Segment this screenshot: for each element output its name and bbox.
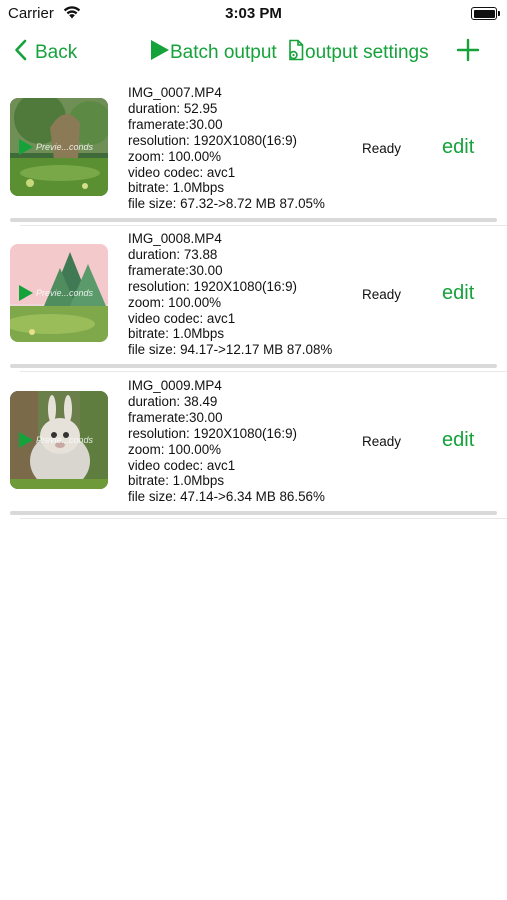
edit-button[interactable]: edit (442, 282, 474, 305)
bitrate: bitrate: 1.0Mbps (128, 326, 225, 342)
play-icon (18, 431, 34, 449)
edit-button[interactable]: edit (442, 136, 474, 159)
duration: duration: 52.95 (128, 100, 218, 116)
video-row[interactable]: Previe...conds IMG_0009.MP4 duration: 38… (0, 373, 507, 519)
filename: IMG_0009.MP4 (128, 378, 222, 393)
video-codec: video codec: avc1 (128, 457, 236, 473)
plus-icon (456, 38, 480, 68)
status-label: Ready (362, 434, 402, 449)
video-codec: video codec: avc1 (128, 164, 236, 180)
framerate: framerate:30.00 (128, 262, 223, 278)
play-icon (18, 284, 34, 302)
zoom: zoom: 100.00% (128, 294, 222, 310)
video-info: IMG_0008.MP4 duration: 73.88 framerate:3… (128, 231, 332, 358)
clock: 3:03 PM (225, 5, 282, 22)
framerate: framerate:30.00 (128, 409, 223, 425)
duration: duration: 38.49 (128, 393, 218, 409)
file-size: file size: 47.14->6.34 MB 86.56% (128, 489, 325, 505)
play-icon (18, 138, 34, 156)
preview-label: Previe...conds (36, 142, 94, 152)
zoom: zoom: 100.00% (128, 148, 222, 164)
video-thumbnail[interactable]: Previe...conds (10, 244, 108, 342)
video-thumbnail[interactable]: Previe...conds (10, 98, 108, 196)
batch-output-button[interactable]: Batch output (150, 34, 277, 72)
bitrate: bitrate: 1.0Mbps (128, 473, 225, 489)
nav-bar: Back Batch output output settings (0, 34, 507, 72)
batch-output-label: Batch output (170, 42, 277, 63)
row-divider (20, 371, 507, 372)
output-settings-label: output settings (305, 42, 429, 63)
resolution: resolution: 1920X1080(16:9) (128, 132, 297, 148)
bitrate: bitrate: 1.0Mbps (128, 180, 225, 196)
video-row[interactable]: Previe...conds IMG_0008.MP4 duration: 73… (0, 226, 507, 372)
preview-label: Previe...conds (36, 435, 94, 445)
progress-bar (10, 218, 497, 222)
file-size: file size: 67.32->8.72 MB 87.05% (128, 196, 325, 212)
video-info: IMG_0009.MP4 duration: 38.49 framerate:3… (128, 378, 325, 505)
resolution: resolution: 1920X1080(16:9) (128, 425, 297, 441)
progress-bar (10, 364, 497, 368)
video-thumbnail[interactable]: Previe...conds (10, 391, 108, 489)
status-label: Ready (362, 287, 402, 302)
chevron-left-icon (14, 39, 27, 67)
filename: IMG_0008.MP4 (128, 231, 222, 246)
play-icon (150, 39, 170, 67)
battery-icon (471, 7, 500, 20)
status-label: Ready (362, 141, 402, 156)
preview-label: Previe...conds (36, 288, 94, 298)
framerate: framerate:30.00 (128, 116, 223, 132)
document-gear-icon (287, 39, 305, 67)
resolution: resolution: 1920X1080(16:9) (128, 278, 297, 294)
status-bar: Carrier 3:03 PM (0, 0, 507, 30)
filename: IMG_0007.MP4 (128, 85, 222, 100)
duration: duration: 73.88 (128, 246, 218, 262)
file-size: file size: 94.17->12.17 MB 87.08% (128, 342, 333, 358)
output-settings-button[interactable]: output settings (287, 34, 429, 72)
back-label: Back (35, 42, 78, 63)
back-button[interactable]: Back (14, 34, 77, 72)
video-info: IMG_0007.MP4 duration: 52.95 framerate:3… (128, 85, 325, 212)
zoom: zoom: 100.00% (128, 441, 222, 457)
row-divider (20, 518, 507, 519)
progress-bar (10, 511, 497, 515)
video-codec: video codec: avc1 (128, 310, 236, 326)
video-row[interactable]: Previe...conds IMG_0007.MP4 duration: 52… (0, 80, 507, 226)
add-button[interactable] (456, 34, 480, 72)
edit-button[interactable]: edit (442, 429, 474, 452)
